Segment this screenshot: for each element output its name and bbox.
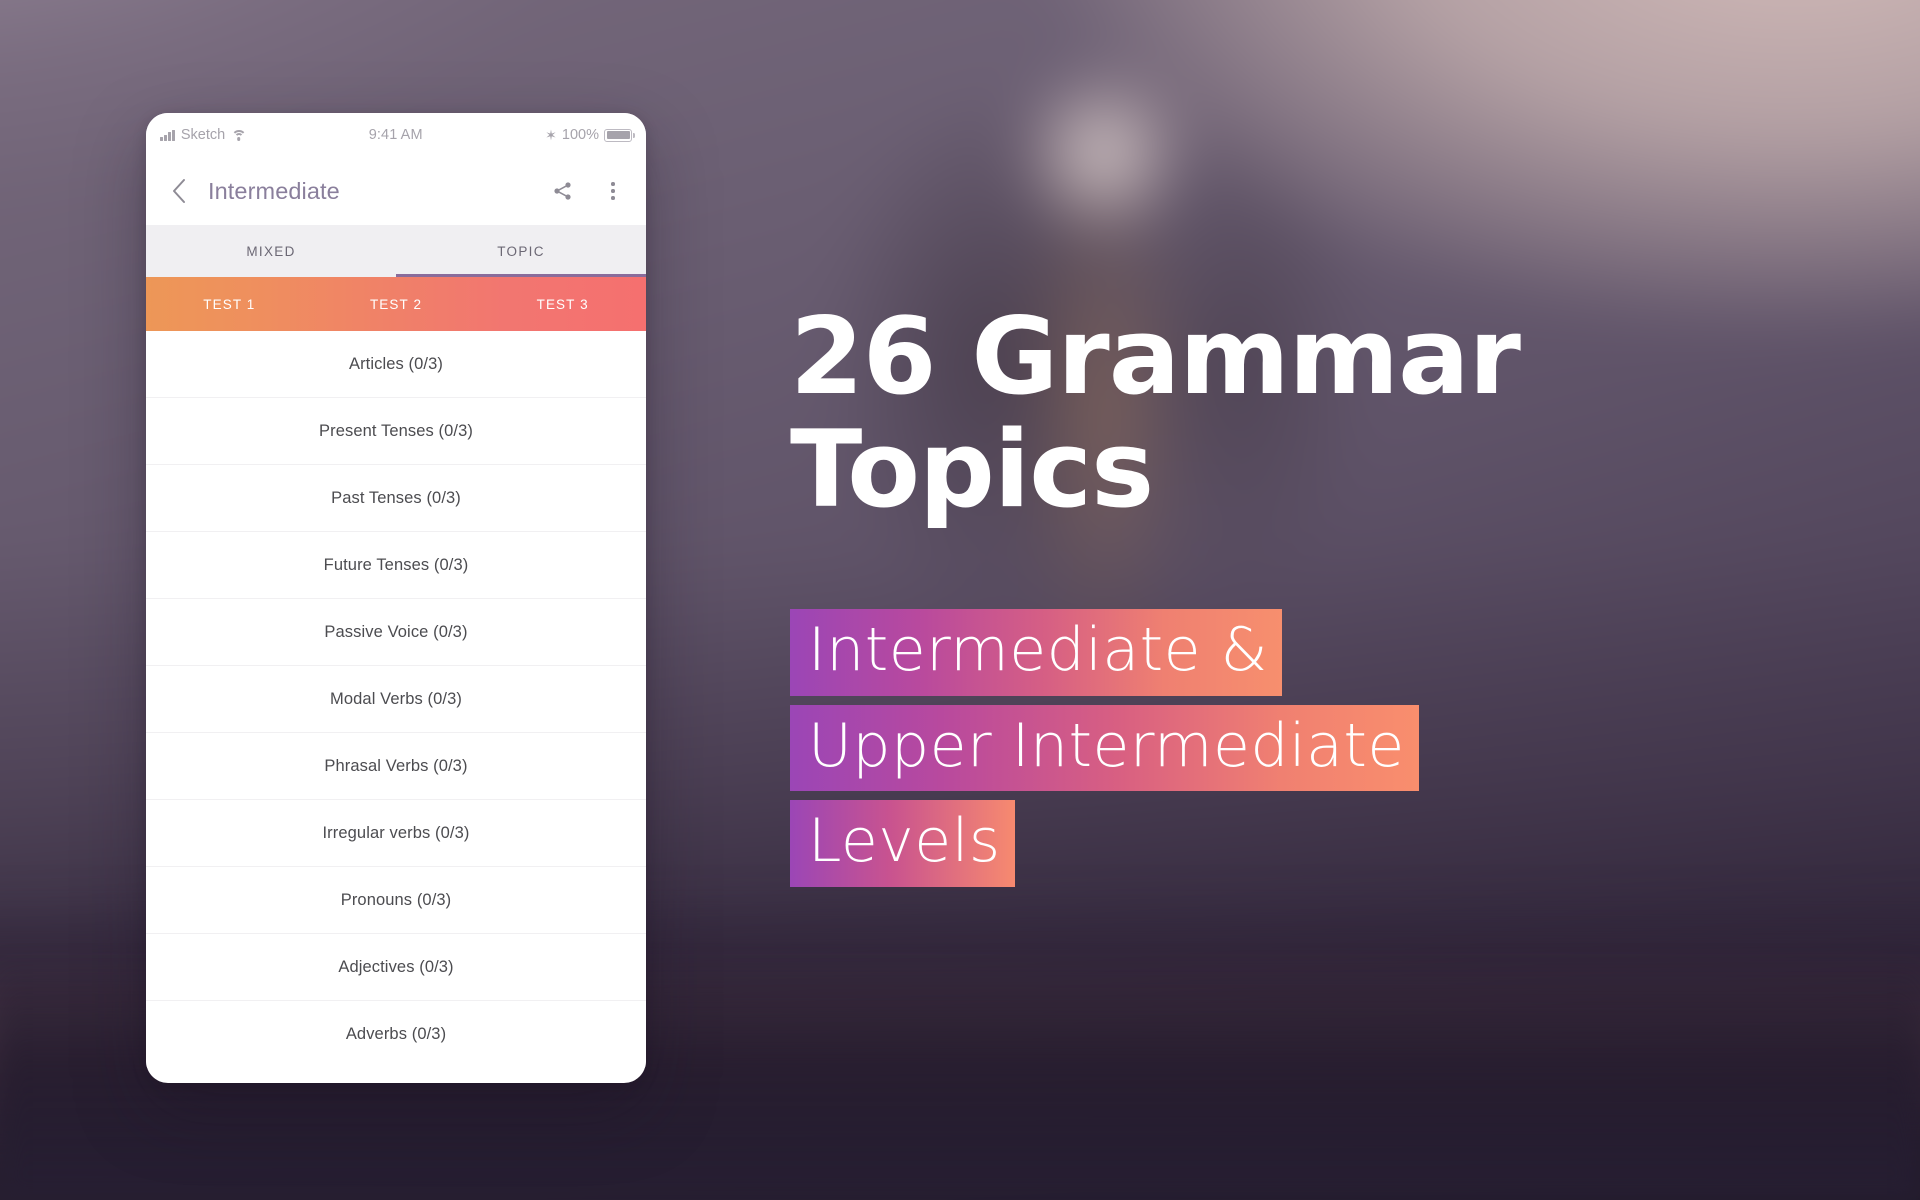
- list-item[interactable]: Passive Voice (0/3): [146, 599, 646, 666]
- signal-bars-icon: [160, 129, 175, 141]
- test-tab-1[interactable]: TEST 1: [146, 297, 313, 312]
- tab-topic-label: TOPIC: [497, 243, 545, 259]
- list-item[interactable]: Pronouns (0/3): [146, 867, 646, 934]
- battery-full-icon: [604, 128, 635, 142]
- list-item[interactable]: Modal Verbs (0/3): [146, 666, 646, 733]
- promo-sublines: Intermediate & Upper Intermediate Levels: [790, 608, 1870, 888]
- test-tab-bar: TEST 1 TEST 2 TEST 3: [146, 277, 646, 331]
- promo-stage: Sketch 9:41 AM ✶ 100% Intermediate MIXED…: [0, 0, 1920, 1200]
- tab-topic[interactable]: TOPIC: [396, 225, 646, 277]
- share-icon: [554, 182, 571, 200]
- tab-mixed-label: MIXED: [246, 243, 296, 259]
- tab-mixed[interactable]: MIXED: [146, 225, 396, 277]
- status-bar-right: ✶ 100%: [545, 127, 635, 143]
- list-item[interactable]: Past Tenses (0/3): [146, 465, 646, 532]
- battery-percent-label: 100%: [561, 127, 599, 143]
- app-bar-actions: [550, 178, 626, 204]
- back-button[interactable]: [162, 174, 196, 208]
- bluetooth-icon: ✶: [545, 127, 557, 143]
- list-item[interactable]: Phrasal Verbs (0/3): [146, 733, 646, 800]
- app-bar: Intermediate: [146, 157, 646, 225]
- tab-mixed-indicator: [146, 274, 396, 277]
- list-item[interactable]: Irregular verbs (0/3): [146, 800, 646, 867]
- promo-copy: 26 Grammar Topics Intermediate & Upper I…: [790, 300, 1870, 896]
- topic-list: Articles (0/3) Present Tenses (0/3) Past…: [146, 331, 646, 1068]
- overflow-menu-button[interactable]: [600, 178, 626, 204]
- segment-tabs: MIXED TOPIC: [146, 225, 646, 277]
- phone-mockup: Sketch 9:41 AM ✶ 100% Intermediate MIXED…: [146, 113, 646, 1083]
- share-button[interactable]: [550, 178, 576, 204]
- list-item[interactable]: Adjectives (0/3): [146, 934, 646, 1001]
- promo-subline-2: Upper Intermediate: [790, 704, 1419, 792]
- status-bar: Sketch 9:41 AM ✶ 100%: [146, 113, 646, 157]
- list-item[interactable]: Present Tenses (0/3): [146, 398, 646, 465]
- carrier-label: Sketch: [180, 127, 226, 143]
- promo-subline-3: Levels: [790, 800, 1015, 888]
- page-title: Intermediate: [208, 177, 340, 204]
- test-tab-3[interactable]: TEST 3: [479, 297, 646, 312]
- more-vertical-icon: [611, 182, 615, 200]
- list-item[interactable]: Future Tenses (0/3): [146, 532, 646, 599]
- list-item[interactable]: Adverbs (0/3): [146, 1001, 646, 1068]
- test-tab-2[interactable]: TEST 2: [313, 297, 480, 312]
- chevron-left-icon: [173, 179, 185, 203]
- wifi-icon: [231, 129, 247, 141]
- list-item[interactable]: Articles (0/3): [146, 331, 646, 398]
- status-bar-left: Sketch: [160, 127, 247, 143]
- promo-headline: 26 Grammar Topics: [790, 295, 1521, 532]
- promo-subline-1: Intermediate &: [790, 608, 1282, 696]
- tab-topic-indicator: [396, 274, 646, 277]
- status-bar-time: 9:41 AM: [368, 127, 423, 143]
